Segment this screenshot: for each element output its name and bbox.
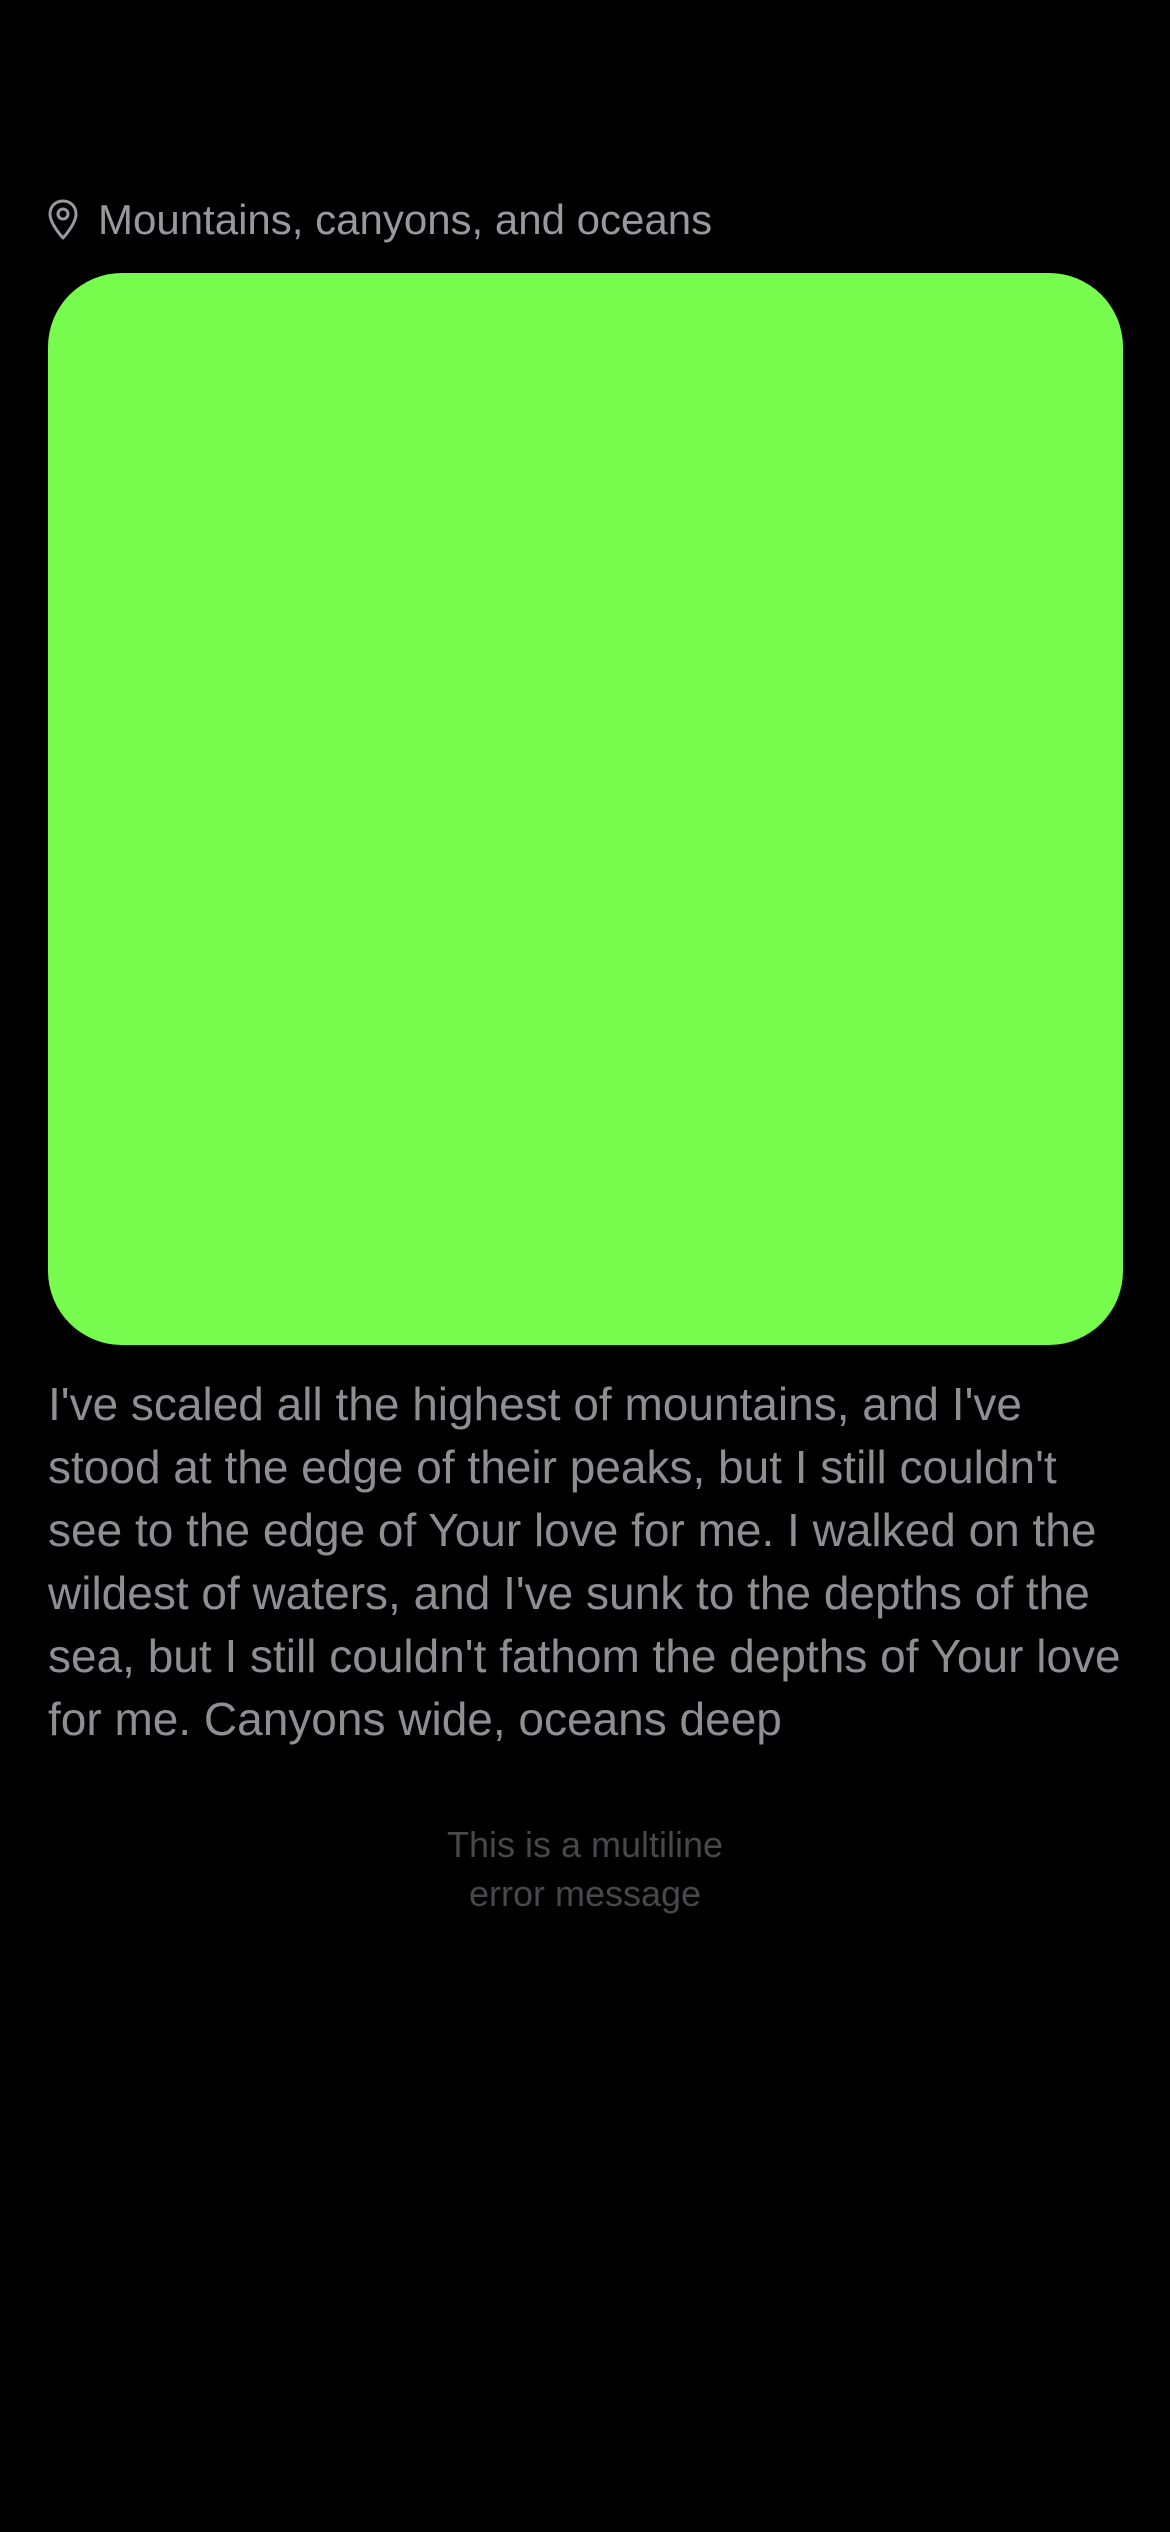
map-pin-icon — [46, 198, 80, 242]
location-label: Mountains, canyons, and oceans — [98, 196, 713, 243]
error-line-2: error message — [468, 1873, 702, 1914]
location-row[interactable]: Mountains, canyons, and oceans — [46, 190, 712, 250]
error-message: This is a multiline error message — [0, 1820, 1170, 1918]
post-text: I've scaled all the highest of mountains… — [48, 1378, 1121, 1745]
media-placeholder[interactable] — [48, 273, 1123, 1345]
error-line-1: This is a multiline — [446, 1824, 724, 1865]
